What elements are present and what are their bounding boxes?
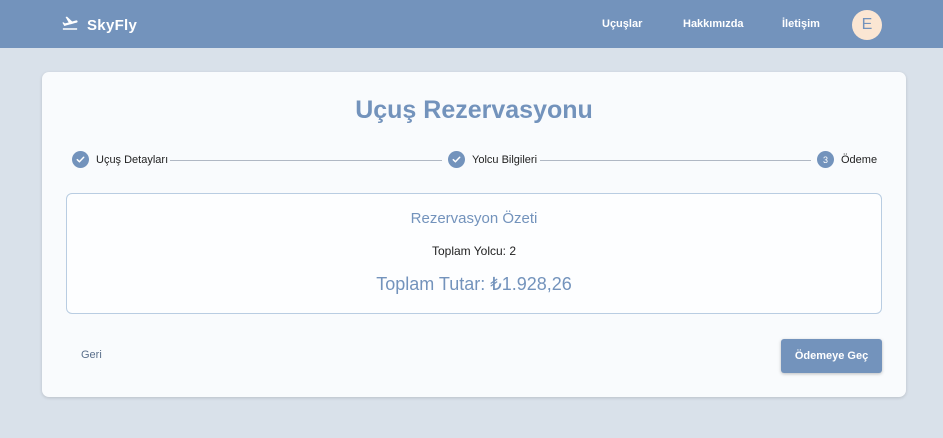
navbar: SkyFly Uçuşlar Hakkımızda İletişim E <box>0 0 943 48</box>
page-title: Uçuş Rezervasyonu <box>355 96 593 124</box>
step-connector <box>540 160 811 161</box>
user-avatar[interactable]: E <box>852 10 882 40</box>
nav-link-contact[interactable]: İletişim <box>782 18 820 30</box>
back-button[interactable]: Geri <box>81 349 102 361</box>
summary-title: Rezervasyon Özeti <box>410 210 538 227</box>
step-number: 3 <box>817 151 834 168</box>
check-icon <box>72 151 89 168</box>
step-passenger-info: Yolcu Bilgileri <box>448 151 537 168</box>
step-payment: 3 Ödeme <box>817 151 877 168</box>
plane-departure-icon <box>61 14 79 37</box>
proceed-to-payment-button[interactable]: Ödemeye Geç <box>781 339 882 373</box>
nav-link-about[interactable]: Hakkımızda <box>683 18 744 30</box>
brand-logo[interactable]: SkyFly <box>61 14 137 37</box>
step-connector <box>170 160 442 161</box>
step-label: Ödeme <box>841 153 878 166</box>
brand-name: SkyFly <box>87 17 138 34</box>
nav-link-flights[interactable]: Uçuşlar <box>602 18 642 30</box>
booking-card: Uçuş Rezervasyonu Uçuş Detayları Yolcu B… <box>42 72 906 397</box>
reservation-summary: Rezervasyon Özeti Toplam Yolcu: 2 Toplam… <box>66 193 882 314</box>
step-label: Yolcu Bilgileri <box>472 153 538 166</box>
check-icon <box>448 151 465 168</box>
step-label: Uçuş Detayları <box>96 153 169 166</box>
total-passengers: Toplam Yolcu: 2 <box>431 244 517 258</box>
total-price: Toplam Tutar: ₺1.928,26 <box>376 274 572 294</box>
step-flight-details: Uçuş Detayları <box>72 151 168 168</box>
